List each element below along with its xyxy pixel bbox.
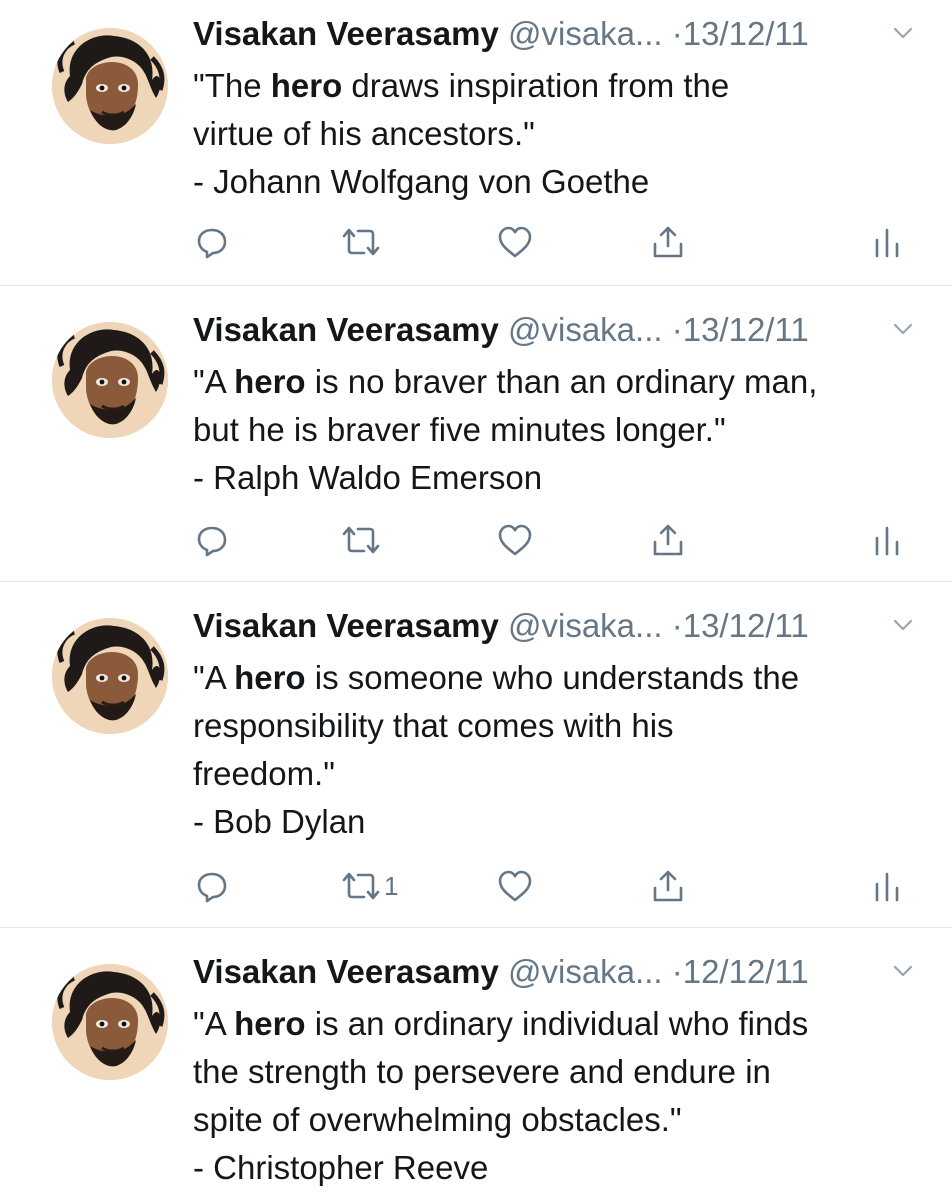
tweet-date[interactable]: 13/12/11	[683, 311, 809, 348]
reply-button[interactable]	[194, 222, 230, 262]
author-handle[interactable]: @visaka...	[508, 311, 663, 348]
avatar[interactable]	[52, 28, 168, 144]
retweet-button[interactable]: 1	[340, 866, 398, 906]
tweet-text: "A hero is an ordinary individual who fi…	[193, 1005, 809, 1186]
heart-icon	[498, 226, 532, 258]
share-button[interactable]	[650, 520, 686, 560]
retweet-count: 1	[384, 870, 399, 901]
separator-dot: ·	[671, 15, 683, 52]
reply-icon	[197, 526, 227, 557]
tweet-actions	[0, 520, 952, 560]
chevron-down-icon[interactable]	[892, 22, 914, 44]
tweet-text: "A hero is someone who understands the r…	[193, 659, 800, 840]
like-button[interactable]	[496, 520, 534, 560]
author-handle[interactable]: @visaka...	[508, 607, 663, 644]
retweet-button[interactable]	[340, 222, 384, 262]
retweet-button[interactable]	[340, 520, 384, 560]
avatar-image	[52, 28, 168, 144]
tweet-header: Visakan Veerasamy @visaka... ·13/12/11	[193, 598, 932, 654]
analytics-button[interactable]	[872, 222, 902, 262]
tweet-actions	[0, 222, 952, 262]
author-handle[interactable]: @visaka...	[508, 953, 663, 990]
tweet[interactable]: Visakan Veerasamy @visaka... ·13/12/11 "…	[0, 286, 952, 582]
author-name[interactable]: Visakan Veerasamy	[193, 311, 499, 348]
avatar[interactable]	[52, 322, 168, 438]
share-button[interactable]	[650, 866, 686, 906]
separator-dot: ·	[671, 607, 683, 644]
share-icon	[653, 870, 683, 902]
retweet-icon	[342, 228, 380, 256]
tweet-text: "A hero is no braver than an ordinary ma…	[193, 363, 818, 496]
tweet[interactable]: Visakan Veerasamy @visaka... ·13/12/11 "…	[0, 0, 952, 286]
avatar[interactable]	[52, 964, 168, 1080]
share-icon	[653, 226, 683, 258]
author-name[interactable]: Visakan Veerasamy	[193, 953, 499, 990]
avatar-image	[52, 964, 168, 1080]
tweet[interactable]: Visakan Veerasamy @visaka... ·12/12/11 "…	[0, 928, 952, 1200]
separator-dot: ·	[671, 953, 683, 990]
like-button[interactable]	[496, 222, 534, 262]
heart-icon	[498, 870, 532, 902]
analytics-icon	[875, 526, 899, 556]
author-name[interactable]: Visakan Veerasamy	[193, 15, 499, 52]
tweet-date[interactable]: 12/12/11	[683, 953, 809, 990]
analytics-icon	[875, 872, 899, 902]
analytics-button[interactable]	[872, 866, 902, 906]
author-name[interactable]: Visakan Veerasamy	[193, 607, 499, 644]
reply-button[interactable]	[194, 520, 230, 560]
avatar-image	[52, 322, 168, 438]
tweet-actions: 1	[0, 866, 952, 906]
tweet-date[interactable]: 13/12/11	[683, 15, 809, 52]
chevron-down-icon[interactable]	[892, 960, 914, 982]
tweet[interactable]: Visakan Veerasamy @visaka... ·13/12/11 "…	[0, 582, 952, 928]
chevron-down-icon[interactable]	[892, 614, 914, 636]
tweet-text: "The hero draws inspiration from the vir…	[193, 67, 730, 200]
retweet-icon	[342, 872, 380, 900]
analytics-icon	[875, 228, 899, 258]
tweet-header: Visakan Veerasamy @visaka... ·13/12/11	[193, 302, 932, 358]
avatar[interactable]	[52, 618, 168, 734]
bold-keyword: hero	[234, 1005, 306, 1042]
like-button[interactable]	[496, 866, 534, 906]
reply-icon	[197, 872, 227, 903]
tweet-header: Visakan Veerasamy @visaka... ·12/12/11	[193, 944, 932, 1000]
retweet-icon	[342, 526, 380, 554]
avatar-image	[52, 618, 168, 734]
bold-keyword: hero	[270, 67, 343, 104]
share-button[interactable]	[650, 222, 686, 262]
separator-dot: ·	[671, 311, 683, 348]
tweet-date[interactable]: 13/12/11	[683, 607, 809, 644]
reply-icon	[197, 228, 227, 259]
share-icon	[653, 524, 683, 556]
chevron-down-icon[interactable]	[892, 318, 914, 340]
tweet-header: Visakan Veerasamy @visaka... ·13/12/11	[193, 6, 932, 62]
analytics-button[interactable]	[872, 520, 902, 560]
heart-icon	[498, 524, 532, 556]
reply-button[interactable]	[194, 866, 230, 906]
bold-keyword: hero	[234, 363, 306, 400]
author-handle[interactable]: @visaka...	[508, 15, 663, 52]
bold-keyword: hero	[234, 659, 306, 696]
